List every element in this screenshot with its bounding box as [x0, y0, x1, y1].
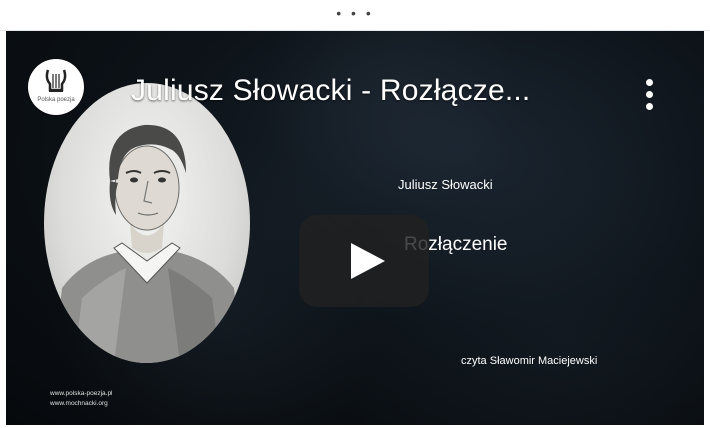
channel-name: Polska poezja — [37, 97, 75, 103]
play-button[interactable] — [299, 215, 429, 307]
video-title[interactable]: Juliusz Słowacki - Rozłącze... — [131, 74, 530, 108]
author-portrait — [44, 83, 250, 363]
channel-avatar[interactable]: Polska poezja — [28, 59, 84, 115]
more-dots-icon[interactable]: • • • — [0, 5, 710, 21]
video-player[interactable]: Polska poezja Juliusz Słowacki - Rozłącz… — [6, 31, 704, 425]
reader-credit: czyta Sławomir Maciejewski — [461, 355, 598, 367]
website-credit-2: www.mochnacki.org — [50, 400, 108, 407]
lyre-icon — [45, 69, 67, 92]
poem-author: Juliusz Słowacki — [398, 177, 493, 192]
play-icon — [351, 243, 385, 279]
website-credit-1: www.polska-poezja.pl — [50, 390, 113, 397]
drag-handle-bar[interactable]: • • • — [0, 0, 710, 31]
more-vertical-icon[interactable] — [642, 77, 658, 113]
